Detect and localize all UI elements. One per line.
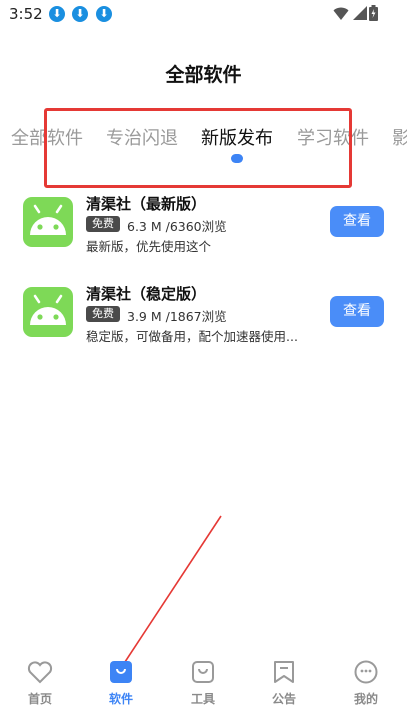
nav-profile[interactable]: 我的 [336,660,396,707]
face-icon [354,660,378,684]
nav-announcements[interactable]: 公告 [254,660,314,707]
nav-label: 我的 [353,692,378,706]
annotation-arrow [118,515,222,673]
nav-label: 首页 [27,692,52,706]
bag-icon [110,661,132,683]
nav-tools[interactable]: 工具 [173,660,233,707]
nav-label: 软件 [108,692,133,706]
nav-label: 工具 [190,692,215,706]
bottom-nav: 首页 软件 工具 公告 我的 [0,652,407,724]
nav-software[interactable]: 软件 [91,660,151,707]
bookmark-icon [274,661,294,683]
heart-icon [27,661,53,684]
bag-outline-icon [192,661,214,683]
nav-home[interactable]: 首页 [10,660,70,707]
nav-label: 公告 [271,692,296,706]
